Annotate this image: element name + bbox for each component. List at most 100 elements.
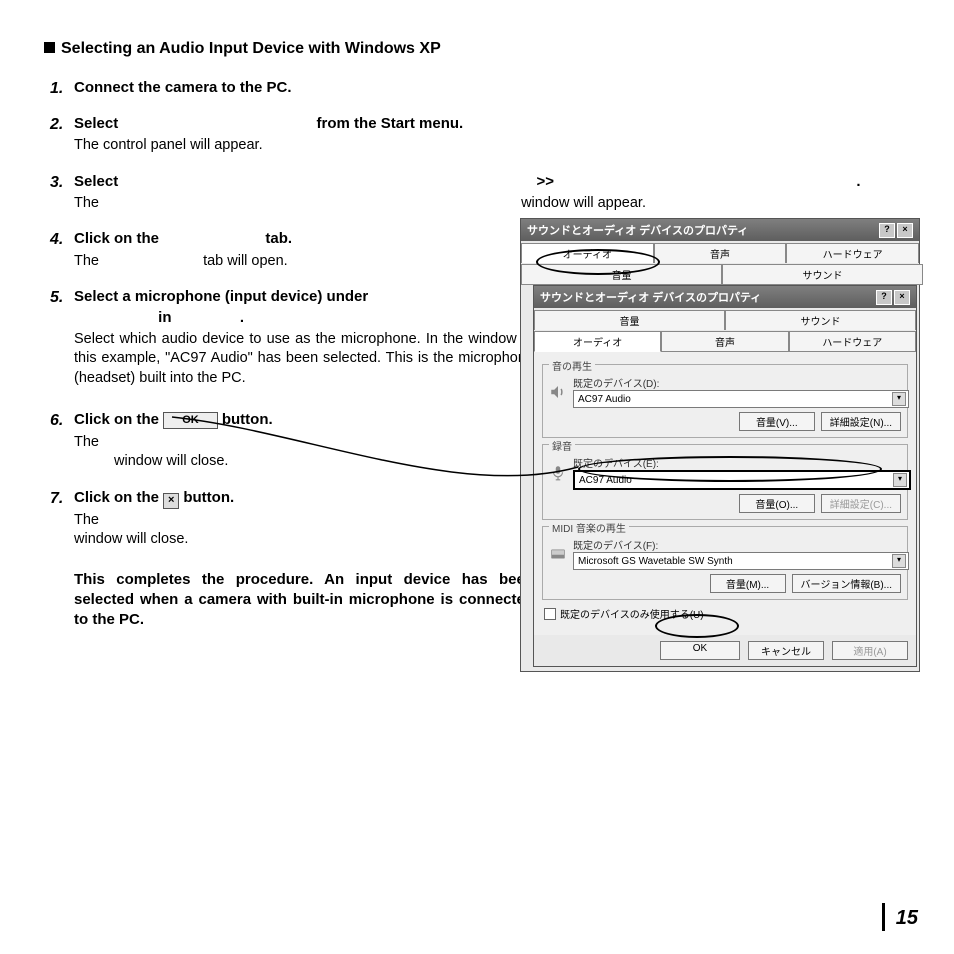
- group-playback: 音の再生 既定のデバイス(D): AC97 Audio ▾ 音量(V)...: [542, 364, 908, 438]
- chevron-down-icon: ▾: [893, 473, 907, 487]
- section-title: Selecting an Audio Input Device with Win…: [44, 38, 914, 60]
- help-icon[interactable]: ?: [879, 223, 895, 238]
- close-icon[interactable]: ×: [894, 290, 910, 305]
- apply-button: 適用(A): [832, 641, 908, 660]
- step-6: 6. Click on the OK button. The window wi…: [44, 410, 534, 471]
- figure-container: サウンドとオーディオ デバイスのプロパティ ? × オーディオ 音声 ハードウェ…: [520, 218, 920, 672]
- select-value: AC97 Audio: [579, 475, 632, 486]
- step-head-b: button.: [222, 411, 273, 428]
- step-number: 6.: [50, 410, 63, 432]
- version-button[interactable]: バージョン情報(B)...: [792, 574, 901, 593]
- step-body-b: window will close.: [114, 453, 228, 469]
- inline-ok-button: OK: [163, 412, 218, 429]
- step-head2-a: in: [158, 309, 171, 326]
- close-icon[interactable]: ×: [897, 223, 913, 238]
- group-legend: 音の再生: [549, 358, 595, 373]
- step-head-text: Select a microphone (input device) under: [74, 288, 368, 305]
- cancel-button[interactable]: キャンセル: [748, 641, 824, 660]
- step-head: Click on the × button.: [74, 488, 534, 509]
- step-body-b: tab will open.: [203, 253, 288, 269]
- step-number: 4.: [50, 229, 63, 251]
- chevron-down-icon: ▾: [892, 554, 906, 568]
- ok-button[interactable]: OK: [660, 641, 740, 660]
- step-head: Click on the OK button.: [74, 410, 534, 430]
- titlebar-inner: サウンドとオーディオ デバイスのプロパティ ? ×: [534, 286, 916, 308]
- panel: 音の再生 既定のデバイス(D): AC97 Audio ▾ 音量(V)...: [534, 352, 916, 635]
- step-head: Select >> .: [74, 172, 914, 192]
- step-5: 5. Select a microphone (input device) un…: [44, 287, 534, 388]
- recording-select[interactable]: AC97 Audio ▾: [573, 470, 911, 490]
- midi-icon: [549, 545, 567, 563]
- step-head-b: tab.: [265, 230, 292, 247]
- tab-voice[interactable]: 音声: [661, 331, 788, 352]
- window-title: サウンドとオーディオ デバイスのプロパティ: [540, 289, 761, 305]
- tab-audio[interactable]: オーディオ: [521, 243, 654, 263]
- default-only-checkbox-row[interactable]: 既定のデバイスのみ使用する(U): [544, 606, 906, 621]
- tab-volume[interactable]: 音量: [521, 264, 722, 285]
- field-label: 既定のデバイス(F):: [573, 537, 901, 552]
- group-recording: 録音 既定のデバイス(E): AC97 Audio ▾ 音量(O)...: [542, 444, 908, 520]
- step-number: 5.: [50, 287, 63, 309]
- step-body: The control panel will appear.: [74, 136, 914, 156]
- conclusion-text: This completes the procedure. An input d…: [74, 570, 534, 631]
- step-head-a: Click on the: [74, 230, 159, 247]
- tab-sound[interactable]: サウンド: [722, 264, 923, 285]
- tab-voice[interactable]: 音声: [654, 243, 787, 263]
- step-7: 7. Click on the × button. The window wil…: [44, 488, 534, 550]
- step-head2-b: .: [240, 309, 244, 326]
- tab-audio[interactable]: オーディオ: [534, 331, 661, 352]
- select-value: AC97 Audio: [578, 394, 631, 405]
- tab-hardware[interactable]: ハードウェア: [786, 243, 919, 263]
- advanced-button: 詳細設定(C)...: [821, 494, 901, 513]
- step-body: The tab will open.: [74, 252, 534, 272]
- dialog-buttons: OK キャンセル 適用(A): [534, 635, 916, 666]
- midi-select[interactable]: Microsoft GS Wavetable SW Synth ▾: [573, 552, 909, 570]
- field-label: 既定のデバイス(D):: [573, 375, 901, 390]
- step-head-a: Select: [74, 173, 118, 190]
- section-title-text: Selecting an Audio Input Device with Win…: [61, 40, 441, 57]
- tab-volume[interactable]: 音量: [534, 310, 725, 330]
- step-body: The window will appear.: [74, 194, 914, 214]
- advanced-button[interactable]: 詳細設定(N)...: [821, 412, 901, 431]
- group-legend: MIDI 音楽の再生: [549, 520, 629, 535]
- step-head-b: button.: [183, 489, 234, 506]
- microphone-icon: [549, 464, 567, 482]
- step-head: Select a microphone (input device) under…: [74, 287, 534, 328]
- step-body: Select which audio device to use as the …: [74, 330, 534, 389]
- tab-sound[interactable]: サウンド: [725, 310, 916, 330]
- playback-select[interactable]: AC97 Audio ▾: [573, 390, 909, 408]
- step-head: Click on the tab.: [74, 229, 534, 249]
- step-3: 3. Select >> . The window will appear.: [44, 172, 914, 214]
- step-number: 7.: [50, 488, 63, 510]
- conclusion: This completes the procedure. An input d…: [44, 570, 534, 631]
- step-body-b: window will appear.: [521, 195, 646, 211]
- inner-tabrow-2: オーディオ 音声 ハードウェア: [534, 329, 916, 352]
- step-4: 4. Click on the tab. The tab will open.: [44, 229, 534, 271]
- period: .: [856, 173, 860, 190]
- page-number: 15: [896, 907, 918, 930]
- field-label: 既定のデバイス(E):: [573, 455, 901, 470]
- help-icon[interactable]: ?: [876, 290, 892, 305]
- speaker-icon: [549, 383, 567, 401]
- step-2: 2. Select from the Start menu. The contr…: [44, 114, 914, 156]
- titlebar-outer: サウンドとオーディオ デバイスのプロパティ ? ×: [521, 219, 919, 241]
- step-body-a: The: [74, 434, 99, 450]
- step-head-a: Click on the: [74, 489, 159, 506]
- step-1: 1. Connect the camera to the PC.: [44, 78, 914, 98]
- tab-hardware[interactable]: ハードウェア: [789, 331, 916, 352]
- outer-window: サウンドとオーディオ デバイスのプロパティ ? × オーディオ 音声 ハードウェ…: [520, 218, 920, 672]
- volume-button[interactable]: 音量(M)...: [710, 574, 786, 593]
- close-icon: ×: [163, 493, 179, 509]
- step-head: Connect the camera to the PC.: [74, 78, 914, 98]
- step-head-a: Select: [74, 115, 118, 132]
- step-head-a: Click on the: [74, 411, 159, 428]
- step-body: The window will close.: [74, 433, 534, 472]
- volume-button[interactable]: 音量(O)...: [739, 494, 815, 513]
- checkbox-icon[interactable]: [544, 608, 556, 620]
- group-legend: 録音: [549, 438, 575, 453]
- volume-button[interactable]: 音量(V)...: [739, 412, 815, 431]
- step-body-a: The: [74, 195, 99, 211]
- inner-window: サウンドとオーディオ デバイスのプロパティ ? × 音量 サウンド オーディオ …: [533, 285, 917, 667]
- inner-tabrow-1: 音量 サウンド: [534, 308, 916, 330]
- select-value: Microsoft GS Wavetable SW Synth: [578, 556, 733, 567]
